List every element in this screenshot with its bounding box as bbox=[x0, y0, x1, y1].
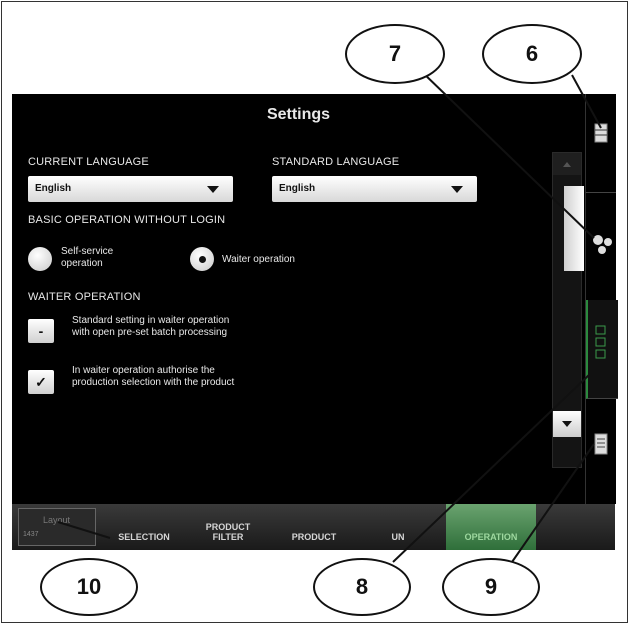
callout-leader-lines bbox=[57, 69, 602, 563]
callout-8: 8 bbox=[313, 558, 411, 616]
callout-7: 7 bbox=[345, 24, 445, 84]
callout-10: 10 bbox=[40, 558, 138, 616]
callout-6: 6 bbox=[482, 24, 582, 84]
callout-9: 9 bbox=[442, 558, 540, 616]
